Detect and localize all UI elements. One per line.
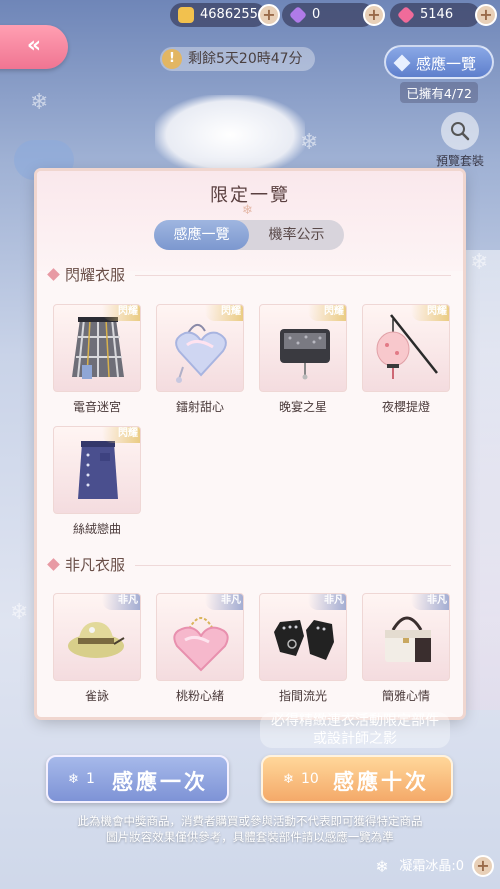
exclamation-icon: ! <box>162 49 182 69</box>
extraordinary-badge: 非凡 <box>411 594 449 610</box>
draw-ten-button[interactable]: ❄ 10 感應十次 <box>261 755 453 803</box>
item-card[interactable]: 非凡 桃粉心緒 <box>156 593 244 704</box>
item-thumbnail: 非凡 <box>259 593 347 681</box>
shining-badge: 閃耀 <box>205 305 243 321</box>
item-card[interactable]: 閃耀 鐳射甜心 <box>156 304 244 415</box>
add-purple-diamond-button[interactable]: + <box>363 4 385 26</box>
extraordinary-badge: 非凡 <box>308 594 346 610</box>
timer-text: 剩餘5天20時47分 <box>188 51 303 67</box>
extraordinary-badge: 非凡 <box>102 594 140 610</box>
item-card[interactable]: 非凡 指間流光 <box>259 593 347 704</box>
item-name: 雀詠 <box>84 689 109 703</box>
item-thumbnail: 閃耀 <box>53 304 141 392</box>
sense-overview-button[interactable]: 感應一覽 <box>384 45 494 79</box>
draw-ten-cost: 10 <box>301 771 319 787</box>
diamond-bullet-icon <box>47 558 60 571</box>
disclaimer-line-2: 圖片妝容效果僅供參考，具體套裝部件請以感應一覽為準 <box>106 830 394 844</box>
event-timer: ! 剩餘5天20時47分 <box>160 47 315 71</box>
owned-count: 已擁有4/72 <box>400 82 478 103</box>
item-card[interactable]: 閃耀 夜櫻提燈 <box>362 304 450 415</box>
item-name: 桃粉心緒 <box>175 689 224 703</box>
add-pink-diamond-button[interactable]: + <box>475 4 497 26</box>
gold-currency: 4686255 <box>170 3 266 27</box>
section-extraordinary-clothes: 非凡衣服 <box>47 553 451 577</box>
diamond-icon <box>393 54 411 72</box>
shining-badge: 閃耀 <box>411 305 449 321</box>
item-name: 夜櫻提燈 <box>381 400 430 414</box>
item-name: 鐳射甜心 <box>175 400 224 414</box>
search-icon <box>441 112 479 150</box>
guarantee-info: 必得精緻連衣活動限定部件 或設計師之影 <box>260 712 450 748</box>
frost-crystal-currency: ❄ 凝霜冰晶:0 + <box>373 855 494 879</box>
item-thumbnail: 非凡 <box>362 593 450 681</box>
purple-diamond-currency: 0 <box>282 3 374 27</box>
item-card[interactable]: 閃耀 電音迷宮 <box>53 304 141 415</box>
item-thumbnail: 閃耀 <box>362 304 450 392</box>
disclaimer-line-1: 此為機會中獎商品，消費者購買或參與活動不代表即可獲得特定商品 <box>77 814 423 828</box>
diamond-bullet-icon <box>47 268 60 281</box>
snowflake-icon: ❄ <box>375 857 389 876</box>
currency-bar: 4686255 + 0 + 5146 + <box>170 3 500 27</box>
back-button[interactable]: « <box>0 25 68 69</box>
frost-crystal-amount: 凝霜冰晶:0 <box>399 859 464 874</box>
item-card[interactable]: 非凡 簡雅心情 <box>362 593 450 704</box>
draw-once-cost: 1 <box>86 771 95 787</box>
section-shining-clothes: 閃耀衣服 <box>47 263 451 287</box>
tab-group: 感應一覽 機率公示 <box>154 220 344 250</box>
item-card[interactable]: 閃耀 晚宴之星 <box>259 304 347 415</box>
item-name: 指間流光 <box>278 689 327 703</box>
item-thumbnail: 閃耀 <box>259 304 347 392</box>
item-name: 簡雅心情 <box>381 689 430 703</box>
item-thumbnail: 非凡 <box>156 593 244 681</box>
snowflake-icon: ❄ <box>283 772 294 787</box>
pink-diamond-icon <box>396 5 416 25</box>
gold-cat-coin-icon <box>178 7 194 23</box>
item-thumbnail: 閃耀 <box>156 304 244 392</box>
preview-suit-label: 預覽套裝 <box>435 154 484 168</box>
add-gold-button[interactable]: + <box>258 4 280 26</box>
tab-sense-overview[interactable]: 感應一覽 <box>154 220 249 250</box>
limited-overview-modal: 限定一覽 ❄ 感應一覽 機率公示 閃耀衣服 閃耀 電音迷宮 閃耀 鐳射甜心 閃耀… <box>37 171 463 717</box>
shining-badge: 閃耀 <box>102 305 140 321</box>
item-thumbnail: 非凡 <box>53 593 141 681</box>
sense-overview-label: 感應一覽 <box>416 55 477 73</box>
shining-badge: 閃耀 <box>308 305 346 321</box>
section-divider <box>135 565 451 566</box>
pink-diamond-currency: 5146 <box>390 3 480 27</box>
shining-badge: 閃耀 <box>102 427 140 443</box>
item-name: 絲絨戀曲 <box>72 522 121 536</box>
purple-diamond-icon <box>288 5 308 25</box>
double-chevron-left-icon: « <box>26 33 42 58</box>
item-name: 晚宴之星 <box>278 400 327 414</box>
character-hat-background <box>155 95 305 175</box>
add-frost-crystal-button[interactable]: + <box>472 855 494 877</box>
item-thumbnail: 閃耀 <box>53 426 141 514</box>
item-name: 電音迷宮 <box>72 400 121 414</box>
guarantee-line-2: 或設計師之影 <box>313 731 397 747</box>
section-divider <box>135 275 451 276</box>
extraordinary-badge: 非凡 <box>205 594 243 610</box>
disclaimer: 此為機會中獎商品，消費者購買或參與活動不代表即可獲得特定商品 圖片妝容效果僅供參… <box>0 813 500 845</box>
item-card[interactable]: 閃耀 絲絨戀曲 <box>53 426 141 537</box>
snowflake-icon: ❄ <box>242 203 253 218</box>
guarantee-line-1: 必得精緻連衣活動限定部件 <box>271 713 439 729</box>
pink-diamond-amount: 5146 <box>420 7 454 22</box>
item-card[interactable]: 非凡 雀詠 <box>53 593 141 704</box>
section-title: 非凡衣服 <box>65 556 126 574</box>
draw-ten-label: 感應十次 <box>333 770 429 794</box>
snowflake-decoration: ❄ <box>30 90 49 115</box>
section-title: 閃耀衣服 <box>65 266 126 284</box>
snowflake-icon: ❄ <box>68 772 79 787</box>
purple-diamond-amount: 0 <box>312 7 321 22</box>
snowflake-decoration: ❄ <box>10 600 29 625</box>
preview-suit-button[interactable]: 預覽套裝 <box>430 112 490 169</box>
gold-amount: 4686255 <box>200 7 258 22</box>
draw-once-label: 感應一次 <box>112 770 208 794</box>
tab-probability[interactable]: 機率公示 <box>249 220 344 250</box>
draw-once-button[interactable]: ❄ 1 感應一次 <box>46 755 229 803</box>
